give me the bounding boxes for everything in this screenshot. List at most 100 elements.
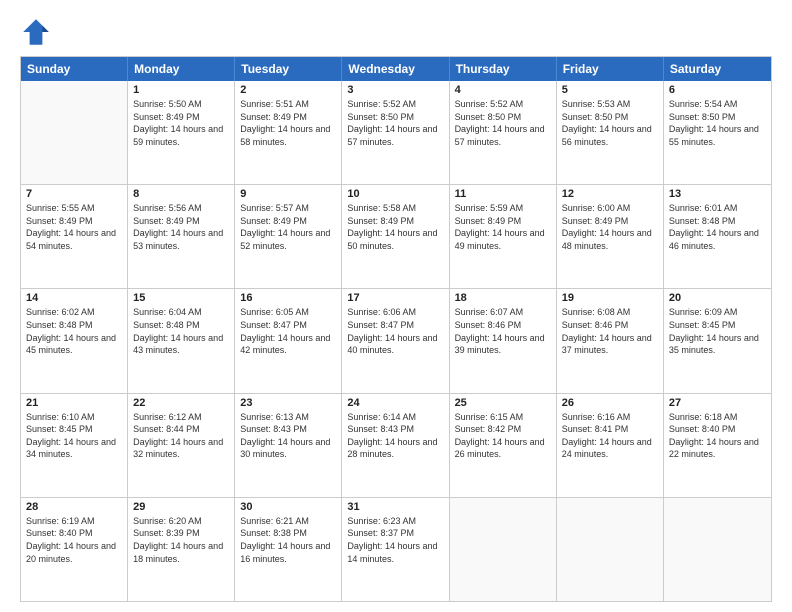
- day-info: Sunrise: 6:07 AM Sunset: 8:46 PM Dayligh…: [455, 306, 551, 356]
- calendar-cell: 12Sunrise: 6:00 AM Sunset: 8:49 PM Dayli…: [557, 185, 664, 288]
- day-info: Sunrise: 6:12 AM Sunset: 8:44 PM Dayligh…: [133, 411, 229, 461]
- calendar-cell: 19Sunrise: 6:08 AM Sunset: 8:46 PM Dayli…: [557, 289, 664, 392]
- day-info: Sunrise: 6:13 AM Sunset: 8:43 PM Dayligh…: [240, 411, 336, 461]
- day-of-week-header: Monday: [128, 57, 235, 81]
- day-of-week-header: Tuesday: [235, 57, 342, 81]
- day-info: Sunrise: 6:16 AM Sunset: 8:41 PM Dayligh…: [562, 411, 658, 461]
- calendar-cell: 28 Sunrise: 6:19 AM Sunset: 8:40 PM Dayli…: [21, 498, 128, 601]
- day-info: Sunrise: 5:55 AM Sunset: 8:49 PM Dayligh…: [26, 202, 122, 252]
- calendar-body: 1 Sunrise: 5:50 AM Sunset: 8:49 PM Daylig…: [21, 81, 771, 601]
- calendar-cell: 26 Sunrise: 6:16 AM Sunset: 8:41 PM Dayli…: [557, 394, 664, 497]
- calendar-week-row: 28 Sunrise: 6:19 AM Sunset: 8:40 PM Dayli…: [21, 497, 771, 601]
- day-number: 4: [455, 84, 551, 96]
- day-of-week-header: Sunday: [21, 57, 128, 81]
- calendar-cell: 6 Sunrise: 5:54 AM Sunset: 8:50 PM Daylig…: [664, 81, 771, 184]
- day-number: 27: [669, 397, 766, 409]
- day-info: Sunrise: 6:10 AM Sunset: 8:45 PM Dayligh…: [26, 411, 122, 461]
- day-number: 3: [347, 84, 443, 96]
- day-info: Sunrise: 6:19 AM Sunset: 8:40 PM Dayligh…: [26, 515, 122, 565]
- calendar-cell: 23 Sunrise: 6:13 AM Sunset: 8:43 PM Dayli…: [235, 394, 342, 497]
- day-number: 24: [347, 397, 443, 409]
- calendar-page: SundayMondayTuesdayWednesdayThursdayFrid…: [0, 0, 792, 612]
- day-number: 29: [133, 501, 229, 513]
- calendar-cell: 14Sunrise: 6:02 AM Sunset: 8:48 PM Dayli…: [21, 289, 128, 392]
- calendar-cell: 4Sunrise: 5:52 AM Sunset: 8:50 PM Daylig…: [450, 81, 557, 184]
- day-info: Sunrise: 5:52 AM Sunset: 8:50 PM Dayligh…: [347, 98, 443, 148]
- day-number: 10: [347, 188, 443, 200]
- calendar-cell: [450, 498, 557, 601]
- calendar-cell: 13 Sunrise: 6:01 AM Sunset: 8:48 PM Dayli…: [664, 185, 771, 288]
- calendar-cell: 2Sunrise: 5:51 AM Sunset: 8:49 PM Daylig…: [235, 81, 342, 184]
- calendar-cell: 8 Sunrise: 5:56 AM Sunset: 8:49 PM Daylig…: [128, 185, 235, 288]
- calendar-cell: [21, 81, 128, 184]
- day-number: 5: [562, 84, 658, 96]
- day-info: Sunrise: 5:57 AM Sunset: 8:49 PM Dayligh…: [240, 202, 336, 252]
- day-info: Sunrise: 5:53 AM Sunset: 8:50 PM Dayligh…: [562, 98, 658, 148]
- day-number: 2: [240, 84, 336, 96]
- day-info: Sunrise: 5:59 AM Sunset: 8:49 PM Dayligh…: [455, 202, 551, 252]
- calendar-cell: 24 Sunrise: 6:14 AM Sunset: 8:43 PM Dayli…: [342, 394, 449, 497]
- calendar-cell: 3 Sunrise: 5:52 AM Sunset: 8:50 PM Daylig…: [342, 81, 449, 184]
- day-info: Sunrise: 6:08 AM Sunset: 8:46 PM Dayligh…: [562, 306, 658, 356]
- day-info: Sunrise: 6:01 AM Sunset: 8:48 PM Dayligh…: [669, 202, 766, 252]
- day-number: 18: [455, 292, 551, 304]
- day-info: Sunrise: 6:15 AM Sunset: 8:42 PM Dayligh…: [455, 411, 551, 461]
- day-number: 6: [669, 84, 766, 96]
- calendar-week-row: 14Sunrise: 6:02 AM Sunset: 8:48 PM Dayli…: [21, 288, 771, 392]
- day-number: 8: [133, 188, 229, 200]
- day-number: 17: [347, 292, 443, 304]
- day-info: Sunrise: 6:00 AM Sunset: 8:49 PM Dayligh…: [562, 202, 658, 252]
- calendar-cell: 5 Sunrise: 5:53 AM Sunset: 8:50 PM Daylig…: [557, 81, 664, 184]
- day-number: 26: [562, 397, 658, 409]
- calendar-cell: 10 Sunrise: 5:58 AM Sunset: 8:49 PM Dayli…: [342, 185, 449, 288]
- day-number: 22: [133, 397, 229, 409]
- day-number: 1: [133, 84, 229, 96]
- day-number: 31: [347, 501, 443, 513]
- day-number: 15: [133, 292, 229, 304]
- calendar-cell: [557, 498, 664, 601]
- day-number: 30: [240, 501, 336, 513]
- calendar-cell: 31Sunrise: 6:23 AM Sunset: 8:37 PM Dayli…: [342, 498, 449, 601]
- day-info: Sunrise: 5:56 AM Sunset: 8:49 PM Dayligh…: [133, 202, 229, 252]
- day-info: Sunrise: 6:14 AM Sunset: 8:43 PM Dayligh…: [347, 411, 443, 461]
- calendar-cell: 20Sunrise: 6:09 AM Sunset: 8:45 PM Dayli…: [664, 289, 771, 392]
- day-number: 9: [240, 188, 336, 200]
- calendar-cell: 18 Sunrise: 6:07 AM Sunset: 8:46 PM Dayli…: [450, 289, 557, 392]
- day-of-week-header: Thursday: [450, 57, 557, 81]
- calendar-cell: 17 Sunrise: 6:06 AM Sunset: 8:47 PM Dayli…: [342, 289, 449, 392]
- calendar-cell: 15 Sunrise: 6:04 AM Sunset: 8:48 PM Dayli…: [128, 289, 235, 392]
- day-info: Sunrise: 5:50 AM Sunset: 8:49 PM Dayligh…: [133, 98, 229, 148]
- calendar-cell: 25Sunrise: 6:15 AM Sunset: 8:42 PM Dayli…: [450, 394, 557, 497]
- day-info: Sunrise: 6:06 AM Sunset: 8:47 PM Dayligh…: [347, 306, 443, 356]
- calendar-cell: 1 Sunrise: 5:50 AM Sunset: 8:49 PM Daylig…: [128, 81, 235, 184]
- calendar-cell: 11 Sunrise: 5:59 AM Sunset: 8:49 PM Dayli…: [450, 185, 557, 288]
- calendar-cell: 21 Sunrise: 6:10 AM Sunset: 8:45 PM Dayli…: [21, 394, 128, 497]
- day-info: Sunrise: 6:21 AM Sunset: 8:38 PM Dayligh…: [240, 515, 336, 565]
- calendar-cell: 16 Sunrise: 6:05 AM Sunset: 8:47 PM Dayli…: [235, 289, 342, 392]
- day-number: 13: [669, 188, 766, 200]
- logo-icon: [20, 16, 52, 48]
- day-number: 28: [26, 501, 122, 513]
- day-of-week-header: Friday: [557, 57, 664, 81]
- calendar-cell: [664, 498, 771, 601]
- calendar-header: SundayMondayTuesdayWednesdayThursdayFrid…: [21, 57, 771, 81]
- calendar-cell: 27 Sunrise: 6:18 AM Sunset: 8:40 PM Dayli…: [664, 394, 771, 497]
- day-number: 16: [240, 292, 336, 304]
- page-header: [20, 16, 772, 48]
- day-info: Sunrise: 6:18 AM Sunset: 8:40 PM Dayligh…: [669, 411, 766, 461]
- day-number: 20: [669, 292, 766, 304]
- calendar-week-row: 7Sunrise: 5:55 AM Sunset: 8:49 PM Daylig…: [21, 184, 771, 288]
- calendar-week-row: 21 Sunrise: 6:10 AM Sunset: 8:45 PM Dayli…: [21, 393, 771, 497]
- day-info: Sunrise: 6:05 AM Sunset: 8:47 PM Dayligh…: [240, 306, 336, 356]
- calendar-cell: 30 Sunrise: 6:21 AM Sunset: 8:38 PM Dayli…: [235, 498, 342, 601]
- day-info: Sunrise: 5:54 AM Sunset: 8:50 PM Dayligh…: [669, 98, 766, 148]
- day-info: Sunrise: 6:04 AM Sunset: 8:48 PM Dayligh…: [133, 306, 229, 356]
- day-info: Sunrise: 6:02 AM Sunset: 8:48 PM Dayligh…: [26, 306, 122, 356]
- day-number: 21: [26, 397, 122, 409]
- logo: [20, 16, 56, 48]
- day-number: 23: [240, 397, 336, 409]
- day-info: Sunrise: 5:58 AM Sunset: 8:49 PM Dayligh…: [347, 202, 443, 252]
- day-info: Sunrise: 6:20 AM Sunset: 8:39 PM Dayligh…: [133, 515, 229, 565]
- calendar-week-row: 1 Sunrise: 5:50 AM Sunset: 8:49 PM Daylig…: [21, 81, 771, 184]
- day-number: 11: [455, 188, 551, 200]
